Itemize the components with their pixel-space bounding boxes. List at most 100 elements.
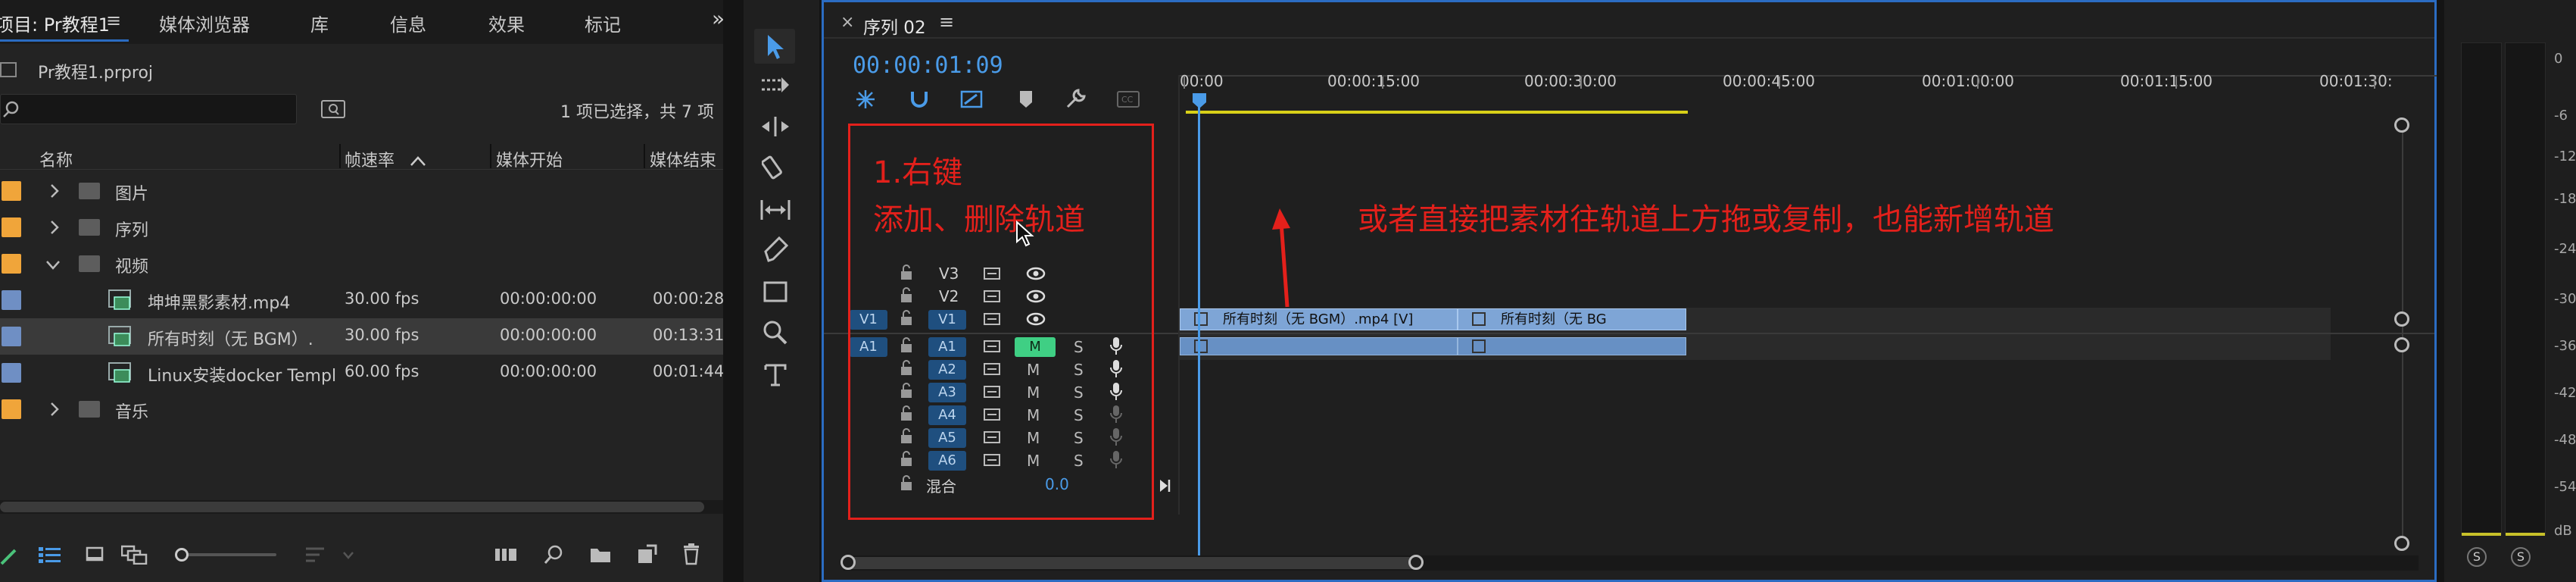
item-name: 图片	[115, 185, 149, 204]
vertical-scroll-handle-bottom[interactable]	[2394, 536, 2409, 551]
tab-info[interactable]: 信息	[390, 10, 426, 36]
vertical-scrollbar-track[interactable]	[2402, 124, 2403, 548]
icon-view-icon[interactable]	[85, 546, 106, 564]
column-divider	[339, 144, 341, 168]
captions-icon[interactable]: CC	[1116, 90, 1140, 108]
type-tool-icon[interactable]	[764, 362, 787, 386]
zoom-handle-left[interactable]	[840, 555, 856, 570]
add-marker-icon[interactable]	[1018, 89, 1034, 110]
tab-effects[interactable]: 效果	[488, 10, 525, 36]
fx-badge-icon	[1472, 340, 1486, 353]
work-area-bar[interactable]	[1186, 111, 1688, 114]
freeform-view-icon[interactable]	[121, 545, 148, 565]
video-clip[interactable]: 所有时刻（无 BG	[1458, 308, 1686, 330]
item-name: 坤坤黑影素材.mp4	[148, 294, 291, 313]
project-panel: 项目: Pr教程1 ≡ 媒体浏览器 库 信息 效果 标记 » Pr教程1.prp…	[0, 0, 725, 582]
chevron-right-icon[interactable]	[48, 183, 61, 199]
hand-tool-icon[interactable]	[763, 320, 788, 346]
go-to-end-icon[interactable]	[1159, 478, 1177, 493]
chevron-right-icon[interactable]	[48, 220, 61, 235]
vertical-scroll-handle[interactable]	[2394, 311, 2409, 327]
new-item-icon[interactable]	[636, 544, 657, 565]
meter-scale-label: -42	[2554, 385, 2576, 401]
sequence-tab-menu-icon[interactable]: ≡	[939, 11, 954, 33]
column-media-end[interactable]: 媒体结束	[650, 147, 716, 171]
audio-clip[interactable]	[1180, 337, 1458, 355]
solo-right-button[interactable]: S	[2511, 547, 2531, 567]
column-media-start[interactable]: 媒体开始	[496, 147, 563, 171]
list-view-icon[interactable]	[38, 546, 62, 565]
list-item[interactable]: 视频	[0, 246, 723, 282]
ruler-tick	[1580, 77, 1582, 89]
playhead-handle-icon[interactable]	[1191, 92, 1208, 110]
vertical-scroll-handle-top[interactable]	[2394, 117, 2409, 133]
snap-magnet-icon[interactable]	[909, 89, 930, 110]
selection-status: 1 项已选择，共 7 项	[560, 103, 714, 122]
linked-selection-icon[interactable]	[960, 89, 983, 110]
slip-tool-icon[interactable]	[759, 199, 792, 221]
wrench-settings-icon[interactable]	[1065, 87, 1087, 110]
sort-icon[interactable]	[304, 546, 327, 564]
selection-tool-icon[interactable]	[765, 33, 787, 61]
active-tab-underline	[0, 39, 129, 42]
meter-scale-label: 0	[2554, 51, 2563, 67]
scrollbar-thumb[interactable]	[844, 557, 1419, 569]
list-item[interactable]: 图片	[0, 173, 723, 209]
list-item[interactable]: 序列	[0, 209, 723, 246]
chevron-right-icon[interactable]	[48, 402, 61, 417]
playhead-timecode[interactable]: 00:00:01:09	[853, 52, 1003, 79]
ruler-tick	[1382, 77, 1383, 89]
trash-icon[interactable]	[681, 543, 701, 565]
sort-ascending-icon[interactable]	[409, 154, 427, 167]
razor-tool-icon[interactable]	[762, 155, 787, 180]
annotation-step-label: 1.右键	[873, 155, 963, 190]
project-horizontal-scrollbar[interactable]	[0, 500, 723, 514]
find-icon[interactable]	[544, 544, 565, 565]
ripple-edit-tool-icon[interactable]	[760, 115, 791, 138]
scrollbar-thumb[interactable]	[0, 502, 704, 512]
label-color-swatch	[2, 254, 21, 274]
item-media-start: 00:00:00:00	[500, 289, 597, 308]
nest-insert-icon[interactable]	[854, 89, 877, 110]
item-fps: 30.00 fps	[345, 289, 419, 308]
tab-project[interactable]: 项目: Pr教程1	[0, 10, 110, 36]
project-file-name: Pr教程1.prproj	[38, 64, 154, 83]
close-tab-icon[interactable]: ×	[840, 13, 854, 32]
folder-icon	[79, 255, 100, 272]
vertical-scroll-handle[interactable]	[2394, 337, 2409, 352]
tab-media-browser[interactable]: 媒体浏览器	[159, 10, 250, 36]
project-file-icon	[0, 62, 17, 77]
solo-left-button[interactable]: S	[2467, 547, 2487, 567]
playhead-line[interactable]	[1198, 93, 1200, 563]
rectangle-tool-icon[interactable]	[763, 280, 788, 303]
column-fps[interactable]: 帧速率	[345, 147, 395, 171]
tab-markers[interactable]: 标记	[585, 10, 621, 36]
track-select-tool-icon[interactable]	[760, 74, 791, 97]
list-item[interactable]: Linux安装docker Templ 60.00 fps 00:00:00:0…	[0, 355, 724, 391]
audio-clip[interactable]	[1458, 337, 1686, 355]
horizontal-zoom-scrollbar[interactable]	[840, 555, 2419, 571]
sequence-tab-title[interactable]: 序列 02	[863, 13, 926, 39]
list-item[interactable]: 音乐	[0, 391, 723, 427]
zoom-handle-right[interactable]	[1408, 555, 1424, 570]
tools-panel	[744, 0, 819, 582]
ruler-label: 00:01:30:	[2319, 72, 2393, 90]
chevron-down-icon[interactable]	[45, 259, 61, 271]
chevron-down-icon[interactable]	[342, 551, 354, 560]
list-item[interactable]: 所有时刻（无 BGM）. 30.00 fps 00:00:00:00 00:13…	[0, 318, 724, 355]
automate-to-sequence-icon[interactable]	[494, 546, 519, 564]
new-search-bin-icon[interactable]	[321, 100, 345, 118]
annotation-arrow-icon	[1272, 208, 1290, 308]
pen-tool-icon[interactable]	[763, 236, 788, 264]
column-name[interactable]: 名称	[39, 147, 73, 171]
video-clip[interactable]: 所有时刻（无 BGM）.mp4 [V]	[1180, 308, 1458, 330]
zoom-slider-handle[interactable]	[175, 548, 189, 562]
label-color-swatch	[2, 217, 21, 237]
tab-library[interactable]: 库	[310, 10, 329, 36]
tab-menu-icon[interactable]: ≡	[106, 10, 121, 31]
project-search-input[interactable]	[0, 94, 297, 124]
list-item[interactable]: 坤坤黑影素材.mp4 30.00 fps 00:00:00:00 00:00:2…	[0, 282, 724, 318]
zoom-slider-track[interactable]	[175, 548, 276, 562]
pencil-icon[interactable]	[0, 547, 18, 565]
new-bin-icon[interactable]	[589, 546, 612, 564]
